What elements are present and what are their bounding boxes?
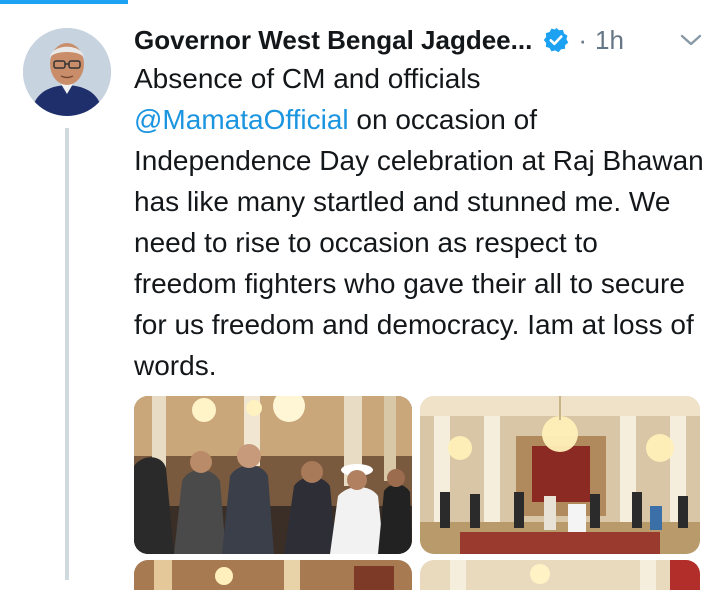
tweet-text-part-1: Absence of CM and officials bbox=[134, 63, 481, 94]
mention-link[interactable]: @MamataOfficial bbox=[134, 104, 349, 135]
tweet-text: Absence of CM and officials @MamataOffici… bbox=[134, 58, 704, 386]
tweet-photo-3[interactable] bbox=[134, 560, 412, 590]
header-separator: · bbox=[578, 24, 587, 55]
tab-active-indicator bbox=[0, 0, 128, 4]
author-name[interactable]: Governor West Bengal Jagdee... bbox=[134, 25, 532, 56]
tweet-text-part-2: on occasion of Independence Day celebrat… bbox=[134, 104, 704, 381]
tweet-header: Governor West Bengal Jagdee... · 1h bbox=[134, 20, 704, 60]
verified-badge-icon bbox=[542, 26, 570, 54]
tweet-photo-1[interactable] bbox=[134, 396, 412, 554]
tweet-photo-2[interactable] bbox=[420, 396, 700, 554]
tweet-timestamp[interactable]: 1h bbox=[595, 25, 624, 56]
avatar[interactable] bbox=[23, 28, 111, 116]
tweet-photo-4[interactable] bbox=[420, 560, 700, 590]
thread-connector-line bbox=[65, 128, 69, 580]
chevron-down-icon[interactable] bbox=[678, 28, 704, 52]
